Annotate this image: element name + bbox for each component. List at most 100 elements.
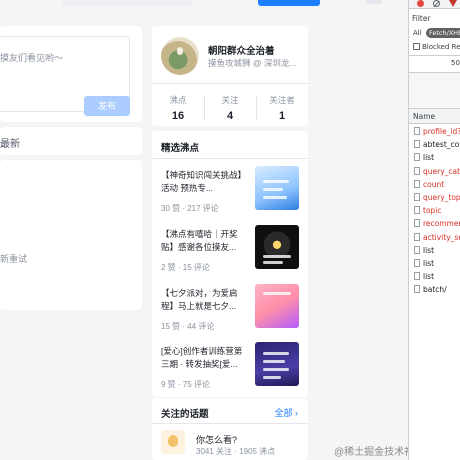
filter-label[interactable]: Filter (412, 14, 431, 23)
featured-item-thumbnail (255, 284, 299, 328)
stat-value: 1 (278, 110, 286, 122)
featured-item-meta: 30 赞 · 217 评论 (161, 204, 219, 213)
request-name: recommend (423, 219, 460, 229)
featured-item[interactable]: [爱心]创作者训练营第三期 · 转发抽奖[爱... 9 赞 · 75 评论 (161, 339, 301, 395)
file-icon (414, 140, 420, 149)
thumbnail-decoration (263, 180, 289, 183)
thumbnail-decoration (263, 368, 289, 371)
featured-item-text: 【七夕派对，为爱启程】马上就是七夕... (161, 288, 238, 311)
topic-icon (161, 430, 185, 454)
retry-link[interactable]: 新重试 (0, 252, 27, 265)
thumbnail-decoration (263, 376, 281, 379)
request-name: count (423, 179, 445, 189)
featured-item-thumbnail (255, 166, 299, 210)
post-button[interactable]: 发布 (84, 96, 130, 116)
request-row[interactable]: query_topic (409, 191, 460, 204)
stat-following[interactable]: 关注 4 (204, 94, 256, 122)
request-name: profile_id?aid=2608 (423, 127, 460, 136)
stat-value: 16 (171, 110, 185, 122)
request-row[interactable]: query_category (409, 165, 460, 178)
featured-item-thumbnail (255, 225, 299, 269)
devtools-toolbar (409, 0, 460, 9)
featured-item-text: [爱心]创作者训练营第三期 · 转发抽奖[爱... (161, 346, 243, 369)
topic-meta: 3041 关注 · 1905 沸点 (196, 447, 276, 456)
thumbnail-decoration (263, 188, 283, 191)
request-row[interactable]: profile_id?aid=2608 (409, 125, 460, 138)
featured-item-thumbnail (255, 342, 299, 386)
file-icon (414, 166, 420, 175)
profile-name[interactable]: 朝阳群众全治着 (208, 43, 275, 57)
type-fetch-xhr[interactable]: Fetch/XHR (426, 28, 460, 38)
timeline-overview[interactable] (409, 73, 460, 108)
request-row[interactable]: abtest_config (409, 138, 460, 151)
followed-topics-card: 关注的话题 全部 › 你怎么看? 3041 关注 · 1905 沸点 (152, 398, 308, 460)
featured-item[interactable]: 【七夕派对，为爱启程】马上就是七夕... 15 赞 · 44 评论 (161, 281, 301, 337)
request-row[interactable]: topic (409, 204, 460, 217)
request-type-filters: All Fetch/XHR (409, 27, 460, 41)
record-icon[interactable] (417, 0, 424, 7)
column-name[interactable]: Name (413, 112, 435, 121)
avatar[interactable] (161, 37, 199, 75)
request-row[interactable]: list (409, 270, 460, 283)
file-icon (414, 127, 420, 135)
header-avatar[interactable] (366, 0, 382, 4)
clear-icon[interactable] (433, 0, 440, 7)
featured-item-text: 【沸点有嘻哈｜开奖贴】感谢各位摸友... (161, 229, 238, 252)
filter-icon[interactable] (449, 0, 457, 7)
stat-value: 4 (226, 110, 234, 122)
blocked-requests-toggle[interactable]: Blocked Requests (413, 43, 460, 51)
request-row[interactable]: recommend (409, 217, 460, 230)
thumbnail-decoration (263, 196, 287, 199)
feed-tabs: 最新 (0, 127, 142, 155)
blocked-requests-label: Blocked Requests (422, 43, 460, 51)
file-icon (414, 245, 420, 254)
file-icon (414, 193, 420, 201)
type-all[interactable]: All (413, 29, 422, 37)
header-create-button[interactable] (258, 0, 320, 6)
checkbox-icon[interactable] (413, 43, 420, 50)
request-row[interactable]: list (409, 151, 460, 164)
featured-item-text: 【神奇知识闯关挑战】活动 预热专... (161, 170, 242, 193)
featured-pins-card: 精选沸点 【神奇知识闯关挑战】活动 预热专... 30 赞 · 217 评论 【… (152, 131, 308, 397)
header-search-input[interactable] (62, 0, 192, 6)
divider (152, 83, 308, 84)
stat-label: 关注者 (269, 95, 295, 105)
composer-placeholder: 多摸友们看见哟～ (0, 53, 64, 63)
divider (409, 55, 460, 56)
divider (152, 158, 308, 159)
stat-pins[interactable]: 沸点 16 (152, 94, 204, 122)
request-row[interactable]: batch/ (409, 283, 460, 296)
request-name: query_topic (423, 193, 460, 202)
topic-name[interactable]: 你怎么看? (196, 433, 237, 446)
stat-followers[interactable]: 关注者 1 (256, 94, 308, 122)
feed-list: 新重试 (0, 160, 142, 310)
request-name: list (423, 245, 435, 255)
profile-card: 朝阳群众全治着 摸鱼攻城狮 @ 深圳龙... 沸点 16 关注 4 关注者 1 (152, 26, 308, 126)
timeline-tick: 500 (451, 59, 460, 67)
file-icon (414, 219, 420, 228)
request-name: topic (423, 206, 442, 216)
profile-description: 摸鱼攻城狮 @ 深圳龙... (208, 58, 297, 68)
requests-table-header: Name (409, 108, 460, 124)
featured-item[interactable]: 【沸点有嘻哈｜开奖贴】感谢各位摸友... 2 赞 · 15 评论 (161, 222, 301, 278)
tab-latest[interactable]: 最新 (0, 135, 20, 150)
request-name: list (423, 153, 435, 163)
request-row[interactable]: list (409, 244, 460, 257)
chevron-right-icon: › (295, 408, 298, 418)
thumbnail-decoration (263, 255, 291, 258)
file-icon (414, 153, 420, 162)
featured-title: 精选沸点 (161, 143, 200, 154)
featured-item-meta: 9 赞 · 75 评论 (161, 380, 210, 389)
request-row[interactable]: activity_setting (409, 231, 460, 244)
request-name: list (423, 272, 435, 282)
devtools-network-panel: Filter All Fetch/XHR Blocked Requests 50… (408, 0, 460, 460)
request-row[interactable]: count (409, 178, 460, 191)
thumbnail-decoration (263, 360, 285, 363)
featured-item[interactable]: 【神奇知识闯关挑战】活动 预热专... 30 赞 · 217 评论 (161, 163, 301, 219)
topics-all-link[interactable]: 全部 › (274, 406, 298, 419)
request-row[interactable]: list (409, 257, 460, 270)
request-name: list (423, 259, 435, 268)
thumbnail-decoration (263, 292, 291, 295)
thumbnail-decoration (263, 261, 283, 264)
stat-label: 沸点 (169, 95, 187, 105)
